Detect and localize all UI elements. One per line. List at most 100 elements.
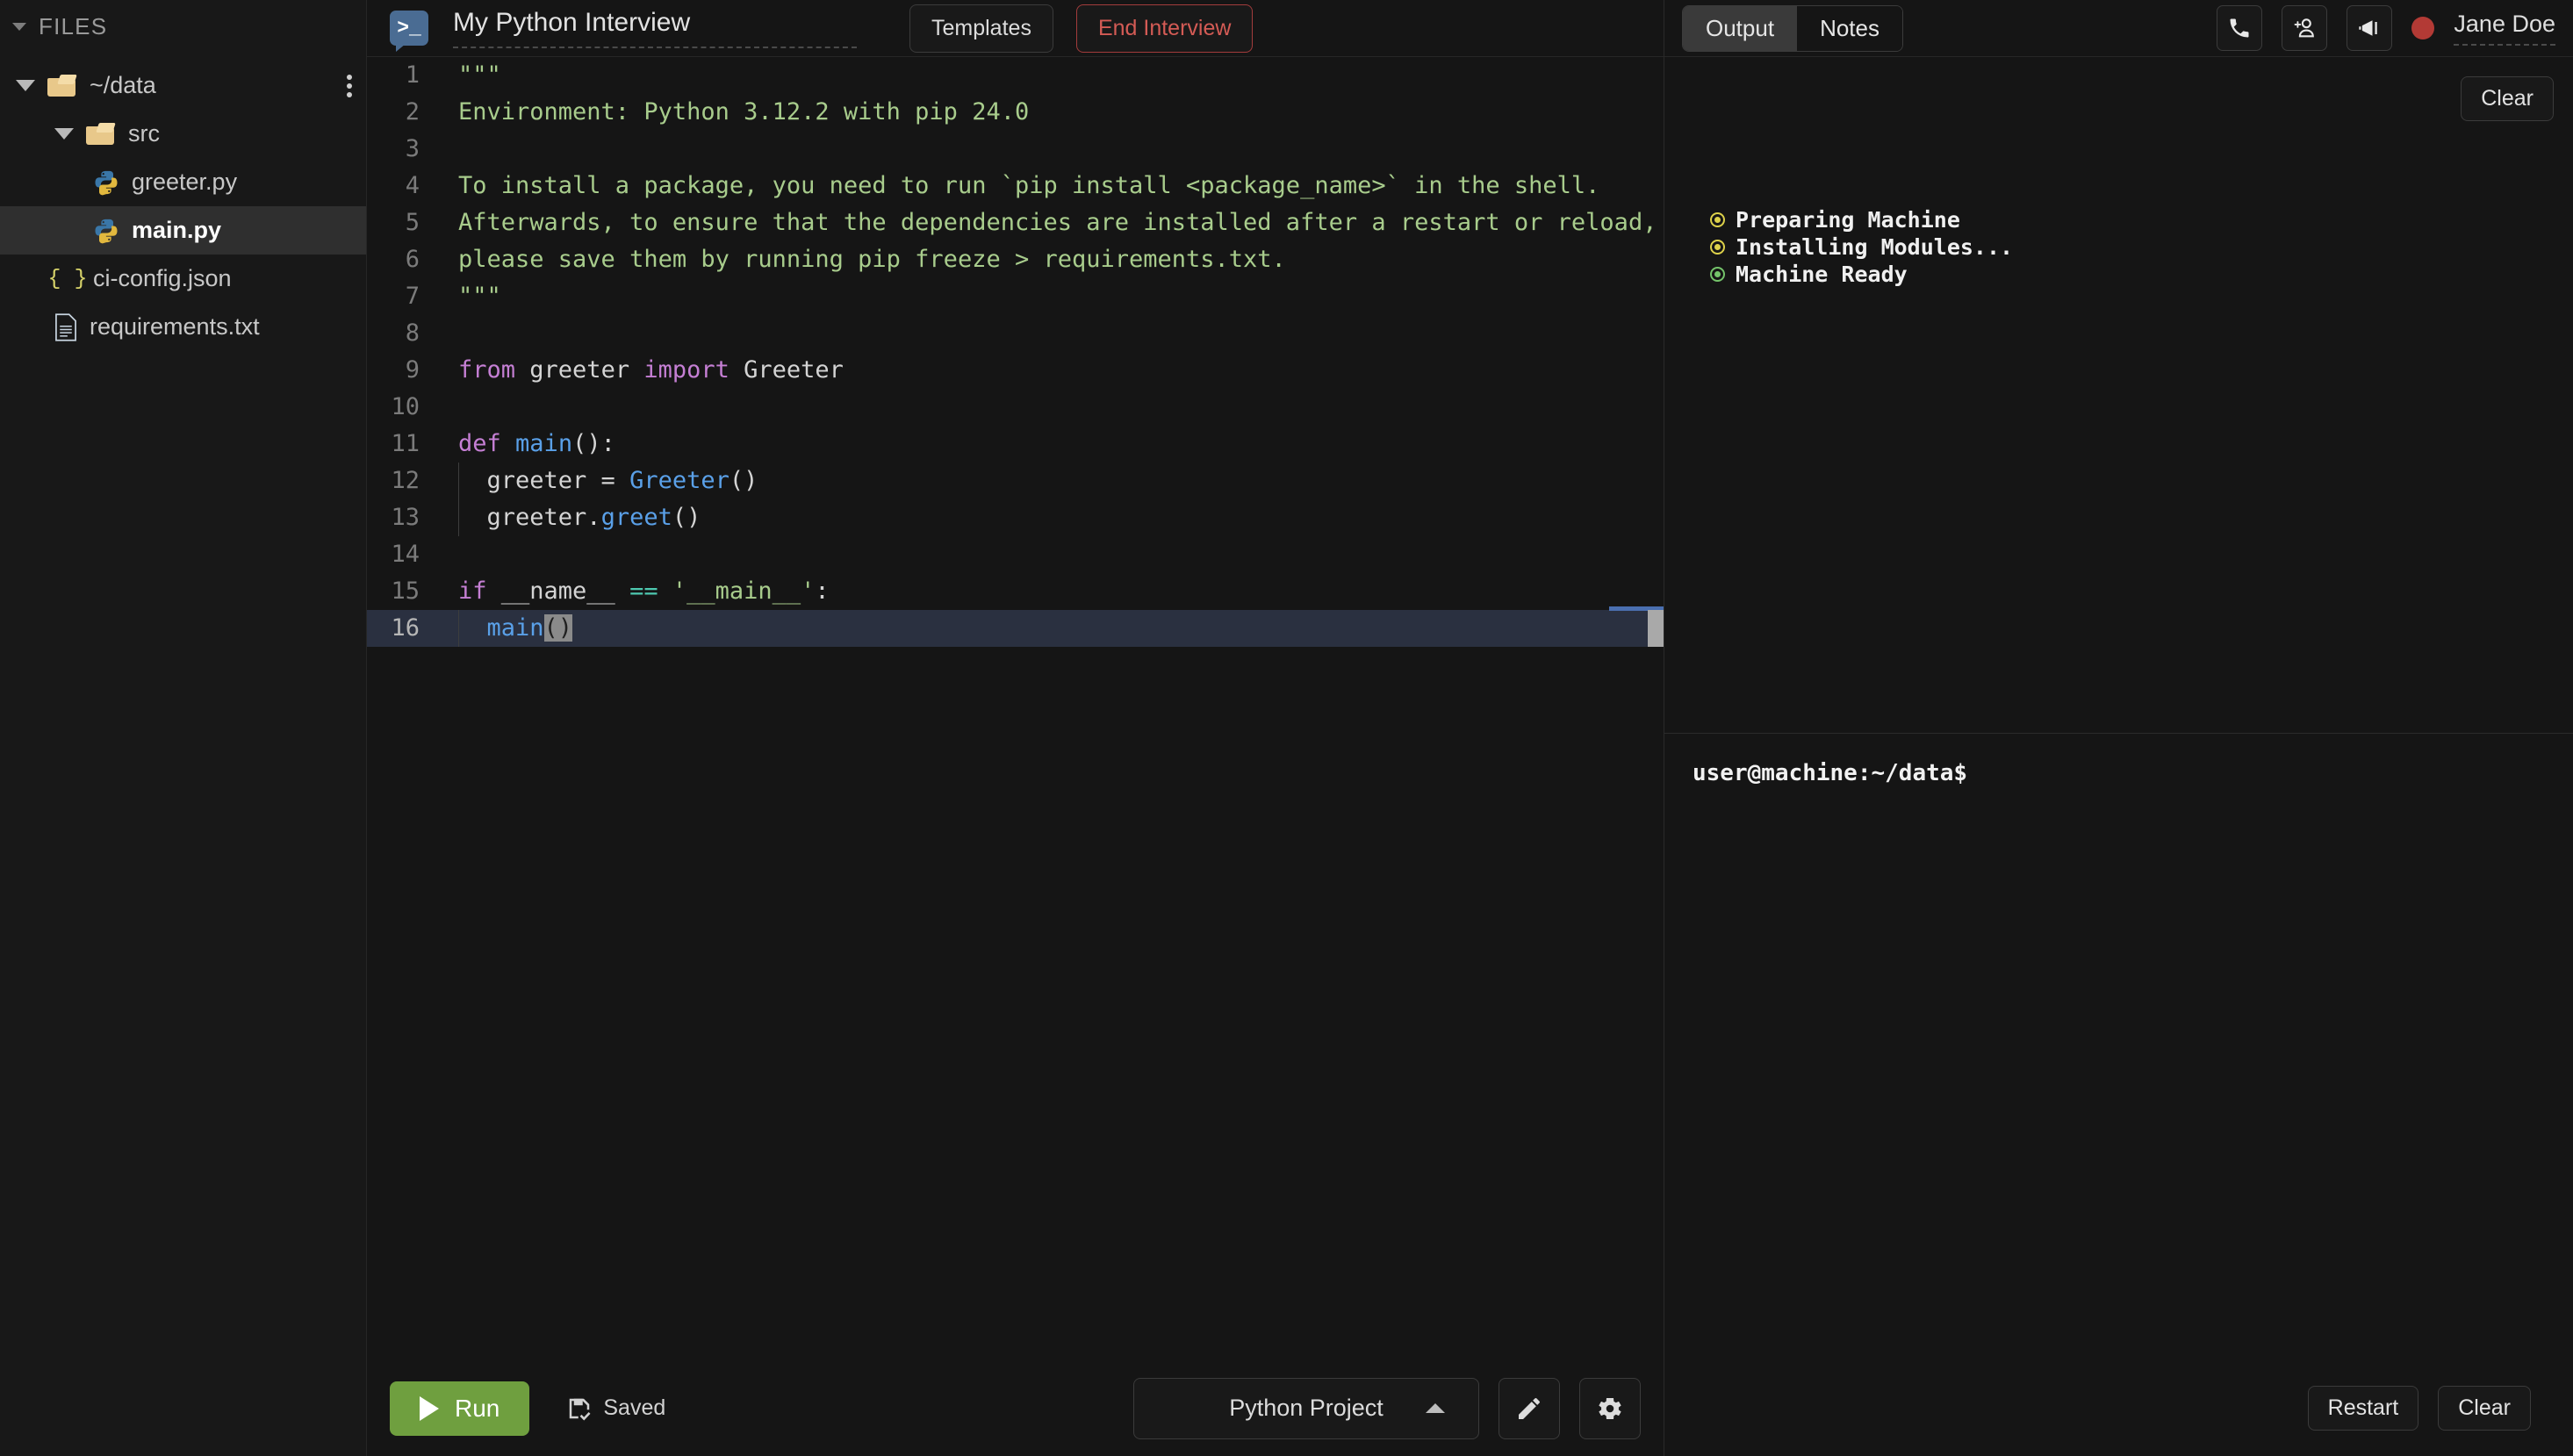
line-number: 6 bbox=[367, 241, 442, 278]
file-tree-item[interactable]: greeter.py bbox=[0, 158, 366, 206]
megaphone-button[interactable] bbox=[2347, 5, 2392, 51]
code-line[interactable]: 16 main() bbox=[367, 610, 1664, 647]
file-tree-item-label: main.py bbox=[132, 217, 221, 244]
code-line[interactable]: 2Environment: Python 3.12.2 with pip 24.… bbox=[367, 94, 1664, 131]
file-tree: ~/datasrc greeter.py main.py { } ci-config.j… bbox=[0, 53, 366, 351]
code-line[interactable]: 3 bbox=[367, 131, 1664, 168]
code-line[interactable]: 12 greeter = Greeter() bbox=[367, 463, 1664, 499]
code-lines[interactable]: 1"""2Environment: Python 3.12.2 with pip… bbox=[367, 57, 1664, 647]
chevron-down-icon[interactable] bbox=[16, 80, 35, 91]
code-line-text: please save them by running pip freeze >… bbox=[442, 241, 1286, 278]
tab-notes[interactable]: Notes bbox=[1797, 6, 1902, 51]
file-tree-item[interactable]: { } ci-config.json bbox=[0, 255, 366, 303]
terminal-area[interactable]: user@machine:~/data$ bbox=[1664, 734, 2573, 1360]
editor-column: >_ My Python Interview Templates End Int… bbox=[367, 0, 1664, 1456]
phone-button[interactable] bbox=[2217, 5, 2262, 51]
code-token: To install a package, you need to run `p… bbox=[458, 172, 1599, 199]
code-line[interactable]: 1""" bbox=[367, 57, 1664, 94]
files-header[interactable]: FILES bbox=[0, 0, 366, 53]
end-interview-button[interactable]: End Interview bbox=[1076, 4, 1253, 53]
save-icon bbox=[566, 1395, 593, 1422]
text-file-icon bbox=[54, 313, 77, 341]
file-tree-item[interactable]: ~/data bbox=[0, 61, 366, 110]
edit-project-button[interactable] bbox=[1499, 1378, 1560, 1439]
add-person-icon bbox=[2292, 16, 2317, 40]
code-line[interactable]: 7""" bbox=[367, 278, 1664, 315]
code-line[interactable]: 10 bbox=[367, 389, 1664, 426]
code-line-text: Afterwards, to ensure that the dependenc… bbox=[442, 204, 1657, 241]
line-number: 8 bbox=[367, 315, 442, 352]
code-token: """ bbox=[458, 283, 501, 310]
folder-more-menu-icon[interactable] bbox=[347, 75, 352, 97]
code-line[interactable]: 5Afterwards, to ensure that the dependen… bbox=[367, 204, 1664, 241]
status-line-label: Preparing Machine bbox=[1736, 206, 1960, 233]
line-number: 10 bbox=[367, 389, 442, 426]
line-number: 4 bbox=[367, 168, 442, 204]
vertical-scrollbar-thumb[interactable] bbox=[1648, 610, 1664, 647]
line-number: 15 bbox=[367, 573, 442, 610]
run-button-label: Run bbox=[455, 1395, 500, 1423]
code-token: please save them by running pip freeze >… bbox=[458, 246, 1286, 273]
status-bullet-icon bbox=[1710, 212, 1725, 227]
app-root: FILES ~/datasrc greeter.py main.py { } ci-co… bbox=[0, 0, 2573, 1456]
settings-button[interactable] bbox=[1579, 1378, 1641, 1439]
python-file-icon bbox=[93, 169, 119, 196]
file-tree-item[interactable]: requirements.txt bbox=[0, 303, 366, 351]
code-token: __name__ bbox=[487, 577, 630, 605]
file-tree-item[interactable]: main.py bbox=[0, 206, 366, 255]
status-line: Machine Ready bbox=[1710, 261, 2013, 288]
code-line[interactable]: 8 bbox=[367, 315, 1664, 352]
code-line[interactable]: 6 please save them by running pip freeze … bbox=[367, 241, 1664, 278]
tab-output[interactable]: Output bbox=[1683, 6, 1797, 51]
project-title-input[interactable]: My Python Interview bbox=[453, 8, 857, 48]
json-file-icon: { } bbox=[54, 266, 81, 292]
status-bullet-icon bbox=[1710, 240, 1725, 255]
restart-button[interactable]: Restart bbox=[2308, 1386, 2419, 1431]
saved-status: Saved bbox=[566, 1395, 665, 1422]
code-line[interactable]: 13 greeter.greet() bbox=[367, 499, 1664, 536]
terminal-prompt: user@machine:~/data$ bbox=[1693, 760, 1967, 786]
chevron-down-icon[interactable] bbox=[54, 128, 74, 140]
code-line[interactable]: 14 bbox=[367, 536, 1664, 573]
code-line-text: """ bbox=[442, 57, 501, 94]
recording-indicator bbox=[2411, 17, 2434, 39]
python-file-icon bbox=[93, 218, 119, 244]
add-person-button[interactable] bbox=[2282, 5, 2327, 51]
code-line[interactable]: 11def main(): bbox=[367, 426, 1664, 463]
output-console: Clear Preparing MachineInstalling Module… bbox=[1664, 57, 2573, 734]
folder-icon bbox=[86, 123, 116, 146]
project-type-dropdown[interactable]: Python Project bbox=[1133, 1378, 1479, 1439]
code-line-text: main() bbox=[442, 610, 572, 647]
file-sidebar: FILES ~/datasrc greeter.py main.py { } ci-co… bbox=[0, 0, 367, 1456]
code-token: Afterwards, to ensure that the dependenc… bbox=[458, 209, 1657, 236]
pencil-icon bbox=[1515, 1395, 1543, 1423]
code-line-text: greeter = Greeter() bbox=[442, 463, 758, 499]
file-tree-item-label: greeter.py bbox=[132, 169, 237, 196]
code-token: def bbox=[458, 430, 501, 457]
code-token: greeter bbox=[515, 356, 643, 384]
user-name-input[interactable]: Jane Doe bbox=[2454, 11, 2555, 46]
app-logo-icon: >_ bbox=[390, 11, 428, 46]
code-token: () bbox=[672, 504, 701, 531]
output-notes-tabs[interactable]: OutputNotes bbox=[1682, 5, 1903, 52]
templates-button[interactable]: Templates bbox=[909, 4, 1053, 53]
clear-output-button[interactable]: Clear bbox=[2461, 76, 2554, 121]
code-token: greeter = bbox=[458, 467, 629, 494]
output-panel: OutputNotes bbox=[1664, 0, 2573, 1456]
clear-terminal-button[interactable]: Clear bbox=[2438, 1386, 2531, 1431]
indent-guide bbox=[458, 499, 459, 536]
run-button[interactable]: Run bbox=[390, 1381, 529, 1436]
code-line[interactable]: 4 To install a package, you need to run `… bbox=[367, 168, 1664, 204]
status-bullet-icon bbox=[1710, 267, 1725, 282]
code-token: == bbox=[629, 577, 658, 605]
status-line-label: Installing Modules... bbox=[1736, 233, 2013, 261]
chevron-down-icon[interactable] bbox=[12, 23, 26, 31]
code-token: from bbox=[458, 356, 515, 384]
file-tree-item[interactable]: src bbox=[0, 110, 366, 158]
code-token: """ bbox=[458, 61, 501, 89]
code-line[interactable]: 15if __name__ == '__main__': bbox=[367, 573, 1664, 610]
code-line[interactable]: 9from greeter import Greeter bbox=[367, 352, 1664, 389]
code-token: Greeter bbox=[729, 356, 844, 384]
file-tree-item-label: ci-config.json bbox=[93, 265, 232, 292]
code-editor[interactable]: 1"""2Environment: Python 3.12.2 with pip… bbox=[367, 57, 1664, 1360]
